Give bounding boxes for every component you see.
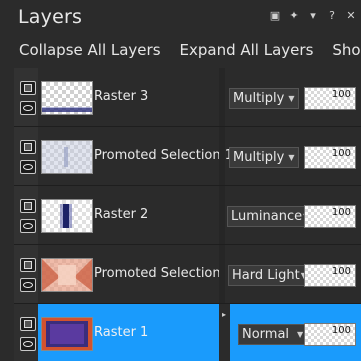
blend-mode-select[interactable]: Normal ▼ <box>238 324 308 345</box>
layer-type-icon[interactable] <box>20 140 36 154</box>
blend-mode-value: Normal <box>242 327 290 342</box>
layer-type-icon[interactable] <box>20 199 36 213</box>
column-divider <box>219 245 225 303</box>
visibility-eye-icon[interactable] <box>20 101 36 115</box>
blend-mode-value: Multiply <box>233 91 285 106</box>
opacity-field[interactable]: 100 <box>304 146 356 169</box>
opacity-value: 100 <box>331 325 351 336</box>
layer-thumbnail[interactable] <box>41 199 93 233</box>
visibility-eye-icon[interactable] <box>20 337 36 351</box>
dropdown-icon[interactable]: ▾ <box>307 10 319 22</box>
thumbnail-art <box>42 318 92 350</box>
layer-name[interactable]: Promoted Selection <box>94 245 221 303</box>
collapse-all-button[interactable]: Collapse All Layers <box>19 38 161 62</box>
layer-thumbnail[interactable] <box>41 317 93 351</box>
visibility-eye-icon[interactable] <box>20 160 36 174</box>
layer-name[interactable]: Raster 3 <box>94 68 148 126</box>
restore-icon[interactable]: ▣ <box>269 10 281 22</box>
layer-name[interactable]: Promoted Selection 1 <box>94 127 233 185</box>
layer-type-icon[interactable] <box>20 258 36 272</box>
layer-row-strip <box>14 304 38 361</box>
layer-row-strip <box>14 127 38 185</box>
opacity-value: 100 <box>331 207 351 218</box>
layer-row-strip <box>14 245 38 303</box>
panel-title: Layers <box>18 6 83 28</box>
column-divider <box>219 127 225 185</box>
opacity-value: 100 <box>331 266 351 277</box>
blend-mode-select[interactable]: Multiply ▼ <box>229 88 299 109</box>
layer-row[interactable]: Raster 2 Luminance ▼ 100 <box>14 186 361 244</box>
close-icon[interactable]: ✕ <box>345 10 357 22</box>
layer-row[interactable]: Promoted Selection 1 Multiply ▼ 100 <box>14 127 361 185</box>
layer-row[interactable]: Raster 3 Multiply ▼ 100 <box>14 68 361 126</box>
layers-toolbar: Collapse All Layers Expand All Layers Sh… <box>0 38 361 62</box>
opacity-field[interactable]: 100 <box>304 205 356 228</box>
chevron-down-icon: ▼ <box>297 330 304 339</box>
layers-panel: Layers ▣ ✦ ▾ ? ✕ Collapse All Layers Exp… <box>0 0 361 361</box>
layer-type-icon[interactable] <box>20 317 36 331</box>
opacity-field[interactable]: 100 <box>304 323 356 346</box>
opacity-value: 100 <box>331 89 351 100</box>
layer-row-selected[interactable]: Raster 1 Normal ▼ 100 <box>14 304 361 361</box>
thumbnail-art <box>42 259 92 291</box>
layer-thumbnail[interactable] <box>41 140 93 174</box>
layer-type-icon[interactable] <box>20 81 36 95</box>
chevron-down-icon: ▼ <box>288 94 295 103</box>
blend-mode-value: Luminance <box>231 209 303 224</box>
layer-thumbnail[interactable] <box>41 258 93 292</box>
chevron-down-icon: ▼ <box>288 153 295 162</box>
opacity-value: 100 <box>331 148 351 159</box>
thumbnail-art <box>42 141 92 173</box>
opacity-field[interactable]: 100 <box>304 264 356 287</box>
thumbnail-art <box>42 200 92 232</box>
layer-row-strip <box>14 186 38 244</box>
opacity-field[interactable]: 100 <box>304 87 356 110</box>
blend-mode-select[interactable]: Luminance ▼ <box>227 206 314 227</box>
help-icon[interactable]: ? <box>326 10 338 22</box>
visibility-eye-icon[interactable] <box>20 278 36 292</box>
pin-icon[interactable]: ✦ <box>288 10 300 22</box>
titlebar-icons: ▣ ✦ ▾ ? ✕ <box>269 10 357 22</box>
layer-name[interactable]: Raster 1 <box>94 304 148 361</box>
layer-thumbnail[interactable] <box>41 81 93 115</box>
show-hide-button[interactable]: Show/Hid <box>332 38 361 62</box>
column-divider <box>219 186 225 244</box>
thumbnail-art <box>42 107 92 112</box>
layer-row-strip <box>14 68 38 126</box>
expand-all-button[interactable]: Expand All Layers <box>180 38 314 62</box>
visibility-eye-icon[interactable] <box>20 219 36 233</box>
layer-list: Raster 3 Multiply ▼ 100 Promoted Selecti… <box>14 68 361 361</box>
blend-mode-value: Multiply <box>233 150 285 165</box>
panel-titlebar: Layers ▣ ✦ ▾ ? ✕ <box>0 0 361 36</box>
blend-mode-select[interactable]: Multiply ▼ <box>229 147 299 168</box>
column-resize-handle[interactable] <box>222 302 230 332</box>
blend-mode-select[interactable]: Hard Light ▼ <box>228 265 311 286</box>
blend-mode-value: Hard Light <box>232 268 300 283</box>
layer-row[interactable]: Promoted Selection Hard Light ▼ 100 <box>14 245 361 303</box>
column-divider <box>219 68 225 126</box>
layer-name[interactable]: Raster 2 <box>94 186 148 244</box>
